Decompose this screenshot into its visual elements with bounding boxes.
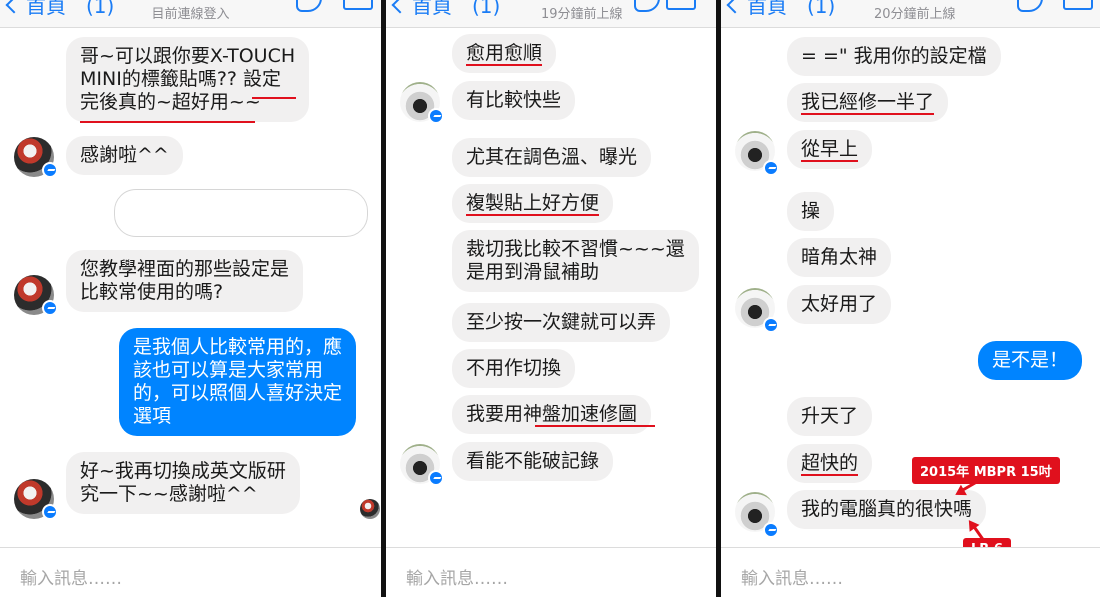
message-bubble: 至少按一次鍵就可以弄	[452, 303, 671, 342]
read-receipt-avatar	[360, 499, 380, 519]
message-bubble: 您教學裡面的那些設定是 比較常使用的嗎?	[66, 250, 304, 312]
message-bubble: 複製貼上好方便	[452, 184, 614, 223]
message-bubble: 太好用了	[787, 285, 892, 324]
video-icon[interactable]	[666, 0, 696, 10]
message-bubble: 尤其在調色溫、曝光	[452, 138, 652, 177]
online-status: 目前連線登入	[151, 7, 230, 22]
messenger-badge-icon	[763, 522, 779, 538]
message-bubble-outgoing: 是我個人比較常用的，應 該也可以算是大家常用 的，可以照個人喜好決定 選項	[119, 328, 357, 436]
messenger-badge-icon	[42, 504, 58, 520]
chat-panel-1: 首頁 (1) 目前連線登入 哥~可以跟你要X-TOUCH MINI的標籤貼嗎?? …	[0, 0, 381, 597]
highlight-underline	[535, 425, 655, 427]
message-input[interactable]: 輸入訊息……	[741, 564, 843, 589]
message-bubble: 升天了	[787, 397, 873, 436]
message-bubble: 哥~可以跟你要X-TOUCH MINI的標籤貼嗎?? 設定 完後真的~超好用~~	[66, 37, 310, 122]
message-bubble: 我已經修一半了	[787, 83, 949, 122]
message-bubble: 操	[787, 192, 835, 231]
messenger-badge-icon	[763, 317, 779, 333]
highlight-underline	[80, 121, 255, 123]
chevron-left-icon	[391, 0, 409, 14]
message-bubble: 不用作切換	[452, 349, 576, 388]
chat-header: 首頁 (1) 目前連線登入	[0, 0, 381, 28]
message-composer[interactable]: 輸入訊息……	[0, 547, 381, 597]
empty-message-bubble	[114, 189, 368, 237]
messenger-badge-icon	[763, 160, 779, 176]
message-bubble-outgoing: 是不是！	[978, 341, 1083, 380]
message-bubble: 好~我再切換成英文版研 究一下~~感謝啦^^	[66, 452, 300, 514]
message-bubble: 裁切我比較不習慣~~~還 是用到滑鼠補助	[452, 230, 699, 292]
message-composer[interactable]: 輸入訊息……	[386, 547, 716, 597]
chat-panel-2: 首頁 (1) 19分鐘前上線 愈用愈順 有比較快些 尤其在調色溫、曝光 複製貼上好…	[386, 0, 716, 597]
message-input[interactable]: 輸入訊息……	[20, 564, 122, 589]
message-bubble: = =" 我用你的設定檔	[787, 37, 1001, 76]
message-input[interactable]: 輸入訊息……	[406, 564, 508, 589]
video-icon[interactable]	[1063, 0, 1093, 10]
online-status: 20分鐘前上線	[874, 7, 956, 22]
message-bubble: 我要用神盤加速修圖	[452, 395, 652, 434]
messenger-badge-icon	[428, 470, 444, 486]
annotation-callout: 2015年 MBPR 15吋	[912, 457, 1060, 484]
highlight-underline	[252, 97, 296, 99]
chat-panel-3: 首頁 (1) 20分鐘前上線 = =" 我用你的設定檔 我已經修一半了 從早上 操…	[721, 0, 1100, 597]
message-bubble: 從早上	[787, 130, 873, 169]
message-bubble: 看能不能破記錄	[452, 442, 614, 481]
message-composer[interactable]: 輸入訊息……	[721, 547, 1100, 597]
chat-header: 首頁 (1) 19分鐘前上線	[386, 0, 716, 28]
message-bubble: 超快的	[787, 444, 873, 483]
messenger-badge-icon	[42, 162, 58, 178]
message-bubble: 愈用愈順	[452, 34, 557, 73]
message-bubble: 感謝啦^^	[66, 136, 183, 175]
video-icon[interactable]	[343, 0, 373, 10]
message-bubble: 有比較快些	[452, 81, 576, 120]
messenger-badge-icon	[428, 108, 444, 124]
message-bubble: 暗角太神	[787, 238, 892, 277]
messenger-badge-icon	[42, 300, 58, 316]
chevron-left-icon	[726, 0, 744, 14]
chat-header: 首頁 (1) 20分鐘前上線	[721, 0, 1100, 28]
